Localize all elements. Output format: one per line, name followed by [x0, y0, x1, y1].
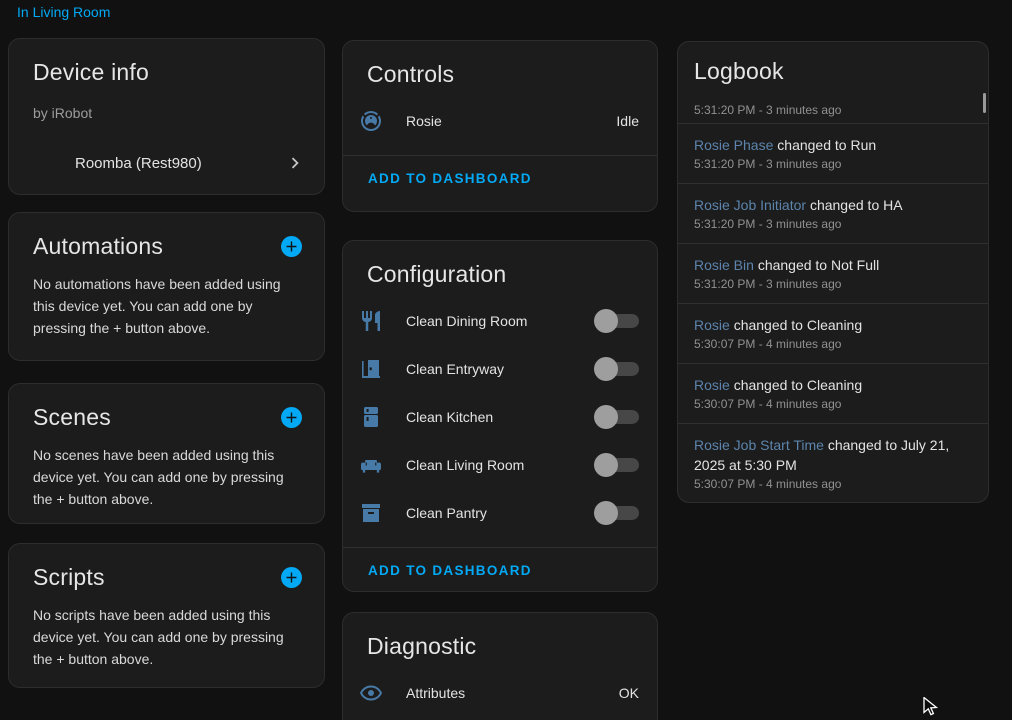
scenes-empty-text: No scenes have been added using this dev…: [9, 444, 324, 510]
scripts-title: Scripts: [33, 562, 105, 592]
scripts-empty-text: No scripts have been added using this de…: [9, 604, 324, 670]
add-to-dashboard-button[interactable]: ADD TO DASHBOARD: [368, 563, 532, 578]
vacuum-entity-state: Idle: [616, 113, 639, 129]
automations-title: Automations: [33, 231, 163, 261]
scenes-card: Scenes No scenes have been added using t…: [8, 383, 325, 524]
switch-label: Clean Entryway: [406, 361, 594, 377]
switch-row: Clean Living Room: [343, 441, 657, 489]
logbook-entity-link[interactable]: Rosie: [694, 377, 730, 393]
plus-icon: [283, 409, 300, 426]
logbook-timestamp: 5:31:20 PM - 3 minutes ago: [694, 101, 972, 119]
logbook-entry: Rosie changed to Cleaning 5:30:07 PM - 4…: [678, 363, 988, 423]
diagnostic-title: Diagnostic: [367, 633, 476, 659]
configuration-card: Configuration Clean Dining Room Clean En…: [342, 240, 658, 592]
controls-card: Controls Rosie Idle ADD TO DASHBOARD: [342, 40, 658, 212]
logbook-timestamp: 5:30:07 PM - 4 minutes ago: [694, 335, 972, 353]
archive-icon: [359, 501, 383, 525]
clean-dining-room-toggle[interactable]: [594, 309, 639, 333]
logbook-message: changed to HA: [810, 197, 903, 213]
robot-vacuum-icon: [359, 109, 383, 133]
switch-label: Clean Living Room: [406, 457, 594, 473]
switch-label: Clean Kitchen: [406, 409, 594, 425]
attributes-entity-row[interactable]: Attributes OK: [343, 669, 657, 717]
clean-pantry-toggle[interactable]: [594, 501, 639, 525]
clean-living-room-toggle[interactable]: [594, 453, 639, 477]
logbook-message: changed to Cleaning: [734, 317, 862, 333]
config-entry-row[interactable]: Roomba (Rest980): [9, 139, 324, 187]
chevron-right-icon: [284, 152, 306, 174]
logbook-entity-link[interactable]: Rosie Job Initiator: [694, 197, 806, 213]
automations-empty-text: No automations have been added using thi…: [9, 273, 324, 339]
attributes-entity-name: Attributes: [406, 685, 619, 701]
controls-title: Controls: [367, 61, 454, 87]
add-scene-button[interactable]: [281, 407, 302, 428]
device-page: In Living Room Device info by iRobot Roo…: [0, 0, 1012, 720]
logbook-entity-link[interactable]: Rosie Bin: [694, 257, 754, 273]
logbook-entry: Rosie changed to Cleaning 5:30:07 PM - 4…: [678, 303, 988, 363]
logbook-entity-link[interactable]: Rosie Job Start Time: [694, 437, 824, 453]
logbook-title: Logbook: [694, 58, 784, 84]
clean-kitchen-toggle[interactable]: [594, 405, 639, 429]
vacuum-entity-name: Rosie: [406, 113, 616, 129]
config-entry-name: Roomba (Rest980): [75, 155, 284, 172]
silverware-icon: [359, 309, 383, 333]
logbook-message: changed to Not Full: [758, 257, 879, 273]
logbook-card: Logbook 5:31:20 PM - 3 minutes ago Rosie…: [677, 41, 989, 503]
vacuum-entity-row[interactable]: Rosie Idle: [343, 97, 657, 145]
logbook-entry: Rosie Bin changed to Not Full 5:31:20 PM…: [678, 243, 988, 303]
logbook-entry: Rosie Job Initiator changed to HA 5:31:2…: [678, 183, 988, 243]
device-manufacturer: by iRobot: [9, 105, 324, 121]
logbook-timestamp: 5:31:20 PM - 3 minutes ago: [694, 215, 972, 233]
logbook-message: changed to Cleaning: [734, 377, 862, 393]
door-open-icon: [359, 357, 383, 381]
automations-card: Automations No automations have been add…: [8, 212, 325, 361]
mouse-cursor: [923, 697, 943, 718]
switch-label: Clean Pantry: [406, 505, 594, 521]
plus-icon: [283, 238, 300, 255]
scripts-card: Scripts No scripts have been added using…: [8, 543, 325, 688]
area-link[interactable]: In Living Room: [17, 4, 110, 20]
fridge-icon: [359, 405, 383, 429]
plus-icon: [283, 569, 300, 586]
logbook-entity-link[interactable]: Rosie: [694, 317, 730, 333]
logbook-entry-clipped[interactable]: 5:31:20 PM - 3 minutes ago: [678, 91, 988, 123]
scenes-title: Scenes: [33, 402, 111, 432]
switch-label: Clean Dining Room: [406, 313, 594, 329]
sofa-icon: [359, 453, 383, 477]
logbook-entity-link[interactable]: Rosie Phase: [694, 137, 773, 153]
logbook-scrollbar-thumb[interactable]: [983, 93, 986, 113]
switch-row: Clean Pantry: [343, 489, 657, 537]
logbook-message: changed to Run: [777, 137, 876, 153]
attributes-entity-state: OK: [619, 685, 639, 701]
device-info-card: Device info by iRobot Roomba (Rest980): [8, 38, 325, 195]
clean-entryway-toggle[interactable]: [594, 357, 639, 381]
eye-icon: [359, 681, 383, 705]
logbook-entry: Rosie Job Start Time changed to July 21,…: [678, 423, 988, 503]
diagnostic-card: Diagnostic Attributes OK: [342, 612, 658, 720]
logbook-timestamp: 5:31:20 PM - 3 minutes ago: [694, 155, 972, 173]
logbook-timestamp: 5:30:07 PM - 4 minutes ago: [694, 475, 972, 493]
add-automation-button[interactable]: [281, 236, 302, 257]
switch-row: Clean Dining Room: [343, 297, 657, 345]
add-script-button[interactable]: [281, 567, 302, 588]
logbook-list: 5:31:20 PM - 3 minutes ago Rosie Phase c…: [678, 91, 988, 503]
logbook-timestamp: 5:30:07 PM - 4 minutes ago: [694, 395, 972, 413]
logbook-entry: Rosie Phase changed to Run 5:31:20 PM - …: [678, 123, 988, 183]
device-info-title: Device info: [33, 59, 149, 85]
logbook-timestamp: 5:31:20 PM - 3 minutes ago: [694, 275, 972, 293]
switch-row: Clean Kitchen: [343, 393, 657, 441]
switch-row: Clean Entryway: [343, 345, 657, 393]
add-to-dashboard-button[interactable]: ADD TO DASHBOARD: [368, 171, 532, 186]
configuration-title: Configuration: [367, 261, 506, 287]
